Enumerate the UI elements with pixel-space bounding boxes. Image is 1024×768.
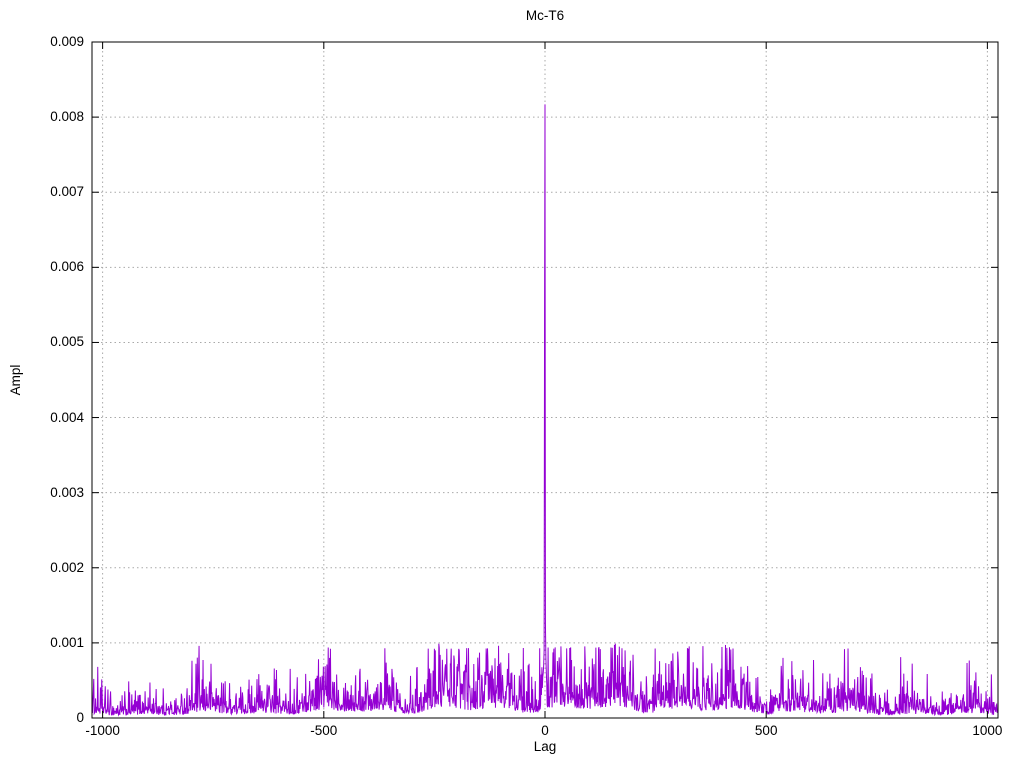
x-tick-label: -500 (310, 723, 338, 738)
chart: Mc-T6 Ampl Lag 0 0.001 0.002 0.003 0.004 0.00… (0, 0, 1024, 768)
y-tick-label: 0.007 (50, 184, 84, 200)
x-tick-label: 0 (541, 723, 549, 738)
plot-area (91, 41, 999, 719)
y-tick-label: 0.008 (50, 109, 84, 125)
y-tick-label: 0.001 (50, 634, 84, 650)
y-tick-label: 0.005 (50, 334, 84, 350)
x-tick-label: -1000 (85, 723, 120, 738)
x-tick-label: 1000 (972, 723, 1003, 738)
y-tick-label: 0.009 (50, 34, 84, 49)
x-tick-label: 500 (754, 723, 778, 738)
y-tick-label: 0.003 (50, 484, 84, 500)
y-tick-label: 0.004 (50, 409, 84, 425)
y-tick-label: 0.002 (50, 559, 84, 575)
data-series-line (91, 104, 998, 717)
y-tick-label: 0.006 (50, 259, 84, 275)
